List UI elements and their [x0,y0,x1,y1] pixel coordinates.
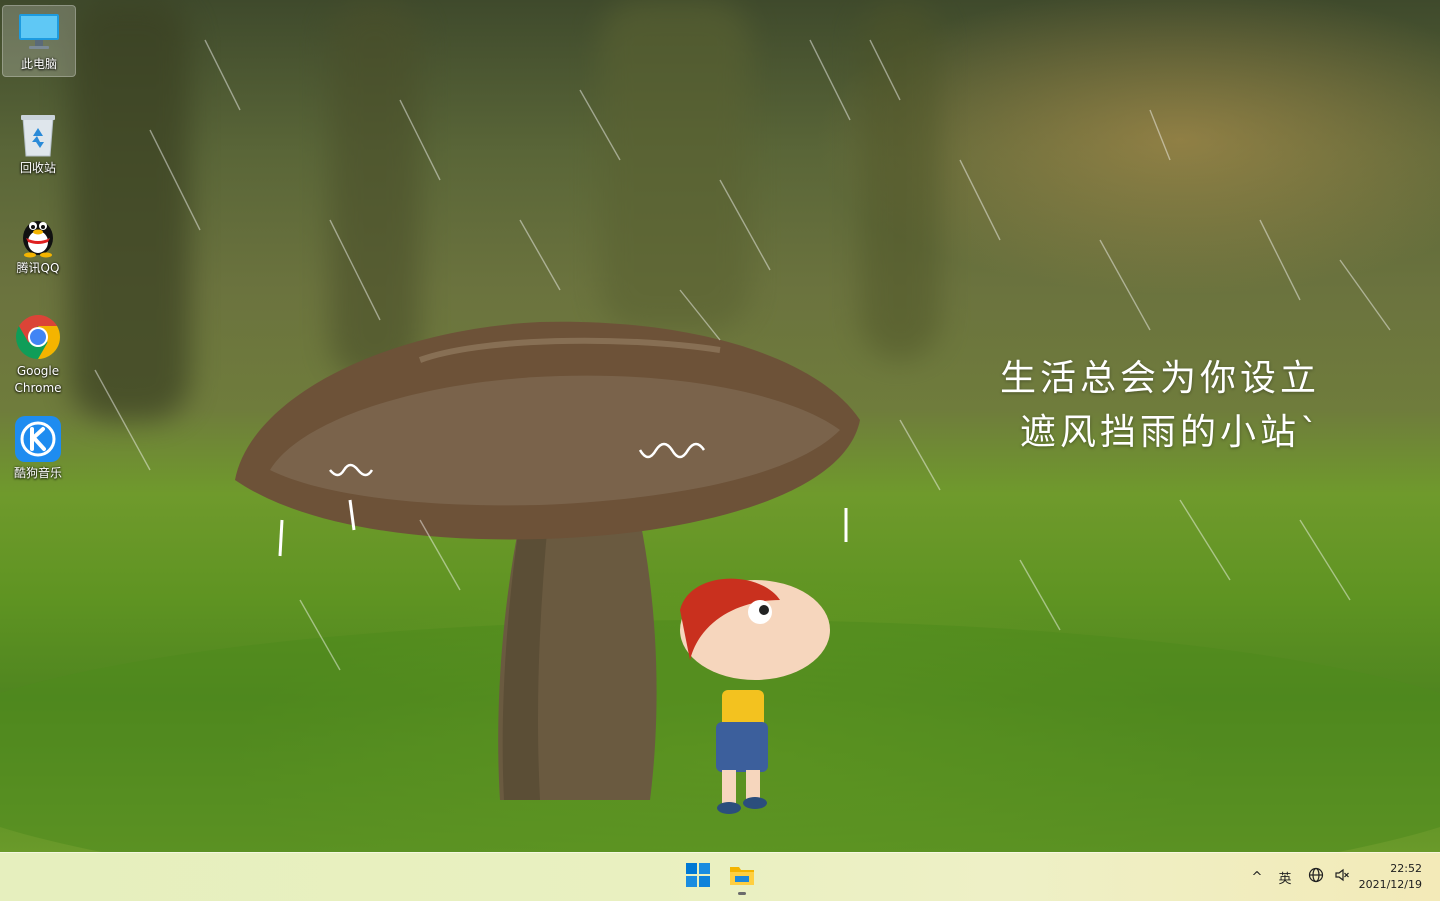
start-button[interactable] [678,857,718,897]
wallpaper-caption-line1: 生活总会为你设立 [1000,358,1321,399]
taskbar: ^ 英 22:52 2021/12/19 [0,852,1440,901]
desktop: 生活总会为你设立 遮风挡雨的小站` 此电脑 回收站 腾讯QQ Google Ch… [0,0,1440,852]
network-button[interactable] [1306,867,1326,887]
taskbar-clock[interactable]: 22:52 2021/12/19 [1359,861,1422,893]
windows-logo-icon [686,863,710,891]
globe-network-icon [1308,867,1324,887]
computer-icon [15,10,63,54]
show-hidden-icons-button[interactable]: ^ [1248,867,1266,887]
input-language-indicator[interactable]: 英 [1274,867,1296,887]
clock-time: 22:52 [1390,862,1422,875]
desktop-icon-label: 回收站 [19,161,56,175]
chevron-up-icon: ^ [1251,869,1263,885]
recycle-bin-icon [14,111,62,158]
desktop-icon-google-chrome[interactable]: Google Chrome [2,307,74,397]
volume-button[interactable] [1332,867,1352,887]
running-indicator [738,892,746,895]
desktop-icon-label: Google Chrome [14,364,62,395]
chrome-icon [14,313,62,361]
speaker-muted-icon [1334,867,1350,887]
folder-icon [729,864,755,890]
desktop-icon-label: 酷狗音乐 [13,466,62,480]
desktop-icon-kugou-music[interactable]: 酷狗音乐 [2,409,74,481]
clock-date: 2021/12/19 [1358,878,1422,891]
desktop-icon-qq[interactable]: 腾讯QQ [2,205,74,277]
language-label: 英 [1278,871,1292,887]
qq-penguin-icon [14,211,62,258]
wallpaper-caption-line2: 遮风挡雨的小站` [1020,412,1323,453]
desktop-icon-this-pc[interactable]: 此电脑 [2,5,76,77]
desktop-icon-label: 此电脑 [20,57,57,71]
desktop-icon-label: 腾讯QQ [16,261,60,275]
file-explorer-button[interactable] [722,857,762,897]
desktop-icon-recycle-bin[interactable]: 回收站 [2,105,74,177]
kugou-music-icon [14,415,62,463]
wallpaper-caption: 生活总会为你设立 遮风挡雨的小站` [1000,352,1380,460]
